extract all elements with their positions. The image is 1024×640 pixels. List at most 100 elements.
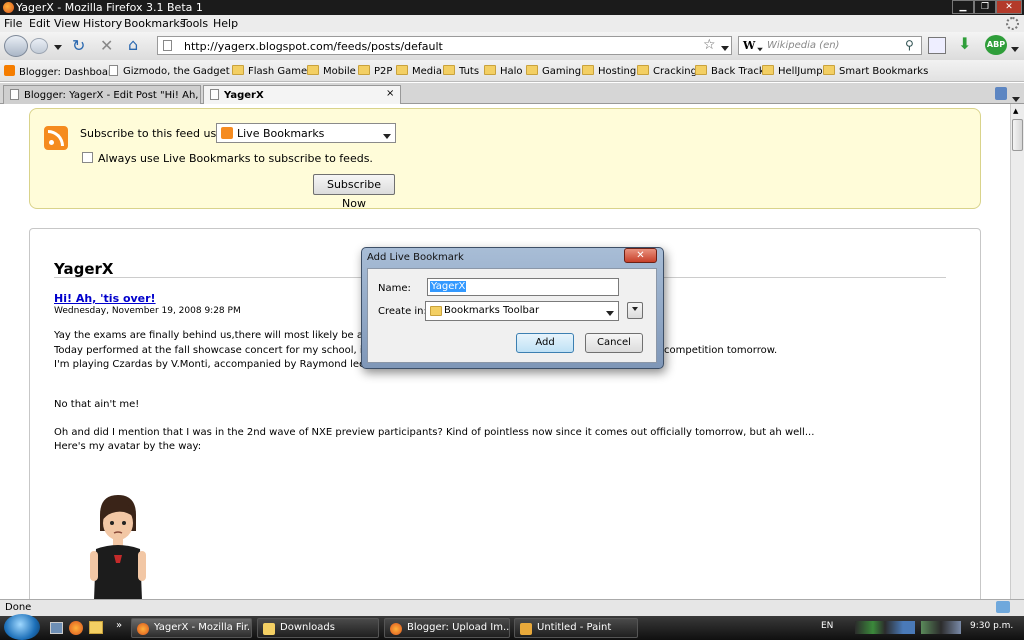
- avatar-image: [90, 495, 146, 600]
- cancel-button[interactable]: Cancel: [585, 333, 643, 353]
- bookmark-folder-media[interactable]: Media: [396, 65, 442, 77]
- add-button[interactable]: Add: [516, 333, 574, 353]
- throbber-icon: [1006, 17, 1019, 30]
- rss-feed-icon: [44, 126, 68, 150]
- tray-icons[interactable]: [855, 621, 915, 634]
- search-icon[interactable]: ⚲: [905, 38, 914, 52]
- vertical-scrollbar[interactable]: ▲: [1010, 104, 1024, 599]
- chevron-down-icon: [606, 309, 614, 320]
- always-use-checkbox[interactable]: [82, 152, 93, 163]
- stop-icon[interactable]: ✕: [100, 36, 113, 55]
- folder-icon: [823, 65, 835, 75]
- folder-quicklaunch-icon[interactable]: [89, 621, 103, 634]
- menu-bookmarks[interactable]: Bookmarks: [124, 17, 185, 30]
- firefox-quicklaunch-icon[interactable]: [69, 621, 83, 635]
- menu-tools[interactable]: Tools: [181, 17, 208, 30]
- menu-file[interactable]: File: [4, 17, 22, 30]
- maximize-button[interactable]: ❐: [974, 0, 996, 14]
- always-use-label: Always use Live Bookmarks to subscribe t…: [98, 152, 373, 165]
- menu-history[interactable]: History: [83, 17, 122, 30]
- scroll-up-icon[interactable]: ▲: [1013, 107, 1018, 115]
- post-title-link[interactable]: Hi! Ah, 'tis over!: [54, 292, 156, 305]
- network-volume-icons[interactable]: [921, 621, 961, 634]
- bookmark-blogger-dashboard[interactable]: Blogger: Dashboard: [4, 65, 118, 78]
- expand-folder-tree-button[interactable]: [627, 302, 643, 319]
- bookmark-folder-flash-games[interactable]: Flash Games: [232, 65, 312, 77]
- tab-blogger-edit-post[interactable]: Blogger: YagerX - Edit Post "Hi! Ah, ...: [3, 85, 201, 104]
- subscribe-now-button[interactable]: Subscribe Now: [313, 174, 395, 210]
- post-date: Wednesday, November 19, 2008 9:28 PM: [54, 306, 241, 316]
- taskbar-firefox[interactable]: YagerX - Mozilla Fir...: [131, 618, 252, 638]
- chevron-down-icon: [383, 130, 391, 143]
- bookmark-folder-helljump[interactable]: HellJump: [762, 65, 823, 77]
- url-bar[interactable]: http://yagerx.blogspot.com/feeds/posts/d…: [157, 36, 732, 55]
- folder-icon: [396, 65, 408, 75]
- folder-icon: [637, 65, 649, 75]
- taskbar-blogger-upload[interactable]: Blogger: Upload Im...: [384, 618, 510, 638]
- show-desktop-icon[interactable]: [50, 622, 63, 634]
- dialog-close-button[interactable]: ✕: [624, 248, 657, 263]
- home-icon[interactable]: ⌂: [128, 35, 138, 54]
- folder-icon: [443, 65, 455, 75]
- quicklaunch-overflow-icon[interactable]: »: [116, 620, 122, 631]
- post-paragraph: No that ain't me!: [54, 399, 140, 410]
- name-input[interactable]: YagerX: [427, 278, 619, 296]
- page-icon-button[interactable]: [928, 37, 946, 54]
- bookmark-folder-cracking[interactable]: Cracking: [637, 65, 697, 77]
- clock[interactable]: 9:30 p.m.: [970, 621, 1013, 631]
- adblock-dropdown-icon[interactable]: [1011, 43, 1019, 56]
- firefox-icon: [3, 2, 14, 13]
- wikipedia-icon[interactable]: W: [743, 39, 755, 52]
- bookmark-gizmodo[interactable]: Gizmodo, the Gadget ...: [109, 65, 242, 77]
- always-use-checkbox-row[interactable]: Always use Live Bookmarks to subscribe t…: [82, 152, 373, 165]
- bookmark-folder-hosting[interactable]: Hosting: [582, 65, 636, 77]
- search-box[interactable]: W Wikipedia (en) ⚲: [738, 36, 922, 55]
- menu-help[interactable]: Help: [213, 17, 238, 30]
- adblock-icon[interactable]: ABP: [985, 35, 1007, 55]
- tab-yagerx[interactable]: YagerX ×: [203, 85, 401, 104]
- page-icon: [210, 89, 219, 100]
- name-value-selected: YagerX: [430, 281, 467, 292]
- bookmark-folder-tuts[interactable]: Tuts: [443, 65, 479, 77]
- menu-edit[interactable]: Edit: [29, 17, 50, 30]
- scrollbar-thumb[interactable]: [1012, 119, 1023, 151]
- engine-dropdown-icon[interactable]: [757, 45, 763, 54]
- folder-icon: [762, 65, 774, 75]
- minimize-button[interactable]: ▁: [952, 0, 974, 14]
- rss-small-icon: [221, 127, 233, 139]
- folder-icon: [358, 65, 370, 75]
- taskbar-paint[interactable]: Untitled - Paint: [514, 618, 638, 638]
- close-window-button[interactable]: ✕: [996, 0, 1022, 14]
- history-dropdown-icon[interactable]: [54, 41, 62, 54]
- feed-title: YagerX: [54, 260, 114, 278]
- bookmark-folder-smart-bookmarks[interactable]: Smart Bookmarks: [823, 65, 928, 77]
- subscribe-method-select[interactable]: Live Bookmarks: [216, 123, 396, 143]
- taskbar-downloads[interactable]: Downloads: [257, 618, 379, 638]
- reload-icon[interactable]: ↻: [72, 36, 85, 55]
- folder-icon: [484, 65, 496, 75]
- url-dropdown-icon[interactable]: [721, 42, 729, 55]
- new-tab-icon[interactable]: [995, 87, 1007, 100]
- menu-view[interactable]: View: [54, 17, 80, 30]
- status-addon-icon[interactable]: [996, 601, 1010, 613]
- folder-icon: [526, 65, 538, 75]
- forward-button[interactable]: [30, 38, 48, 54]
- back-button[interactable]: [4, 35, 28, 57]
- language-indicator[interactable]: EN: [821, 621, 833, 631]
- bookmark-folder-halo[interactable]: Halo: [484, 65, 523, 77]
- folder-icon: [430, 306, 442, 316]
- post-paragraph: Oh and did I mention that I was in the 2…: [54, 427, 815, 438]
- tab-close-icon[interactable]: ×: [386, 88, 394, 99]
- post-paragraph: Yay the exams are finally behind us,ther…: [54, 330, 391, 341]
- name-label: Name:: [378, 283, 411, 294]
- subscribe-label: Subscribe to this feed using: [80, 127, 234, 140]
- bookmark-folder-back-track[interactable]: Back Track: [695, 65, 765, 77]
- star-icon[interactable]: ☆: [703, 37, 716, 53]
- start-button[interactable]: [4, 614, 40, 640]
- create-in-select[interactable]: Bookmarks Toolbar: [425, 301, 619, 321]
- tab-bar: Blogger: YagerX - Edit Post "Hi! Ah, ...…: [0, 83, 1024, 104]
- bookmark-folder-mobile[interactable]: Mobile: [307, 65, 356, 77]
- bookmark-folder-p2p[interactable]: P2P: [358, 65, 392, 77]
- bookmark-folder-gaming[interactable]: Gaming: [526, 65, 581, 77]
- download-icon[interactable]: ⬇: [958, 34, 971, 53]
